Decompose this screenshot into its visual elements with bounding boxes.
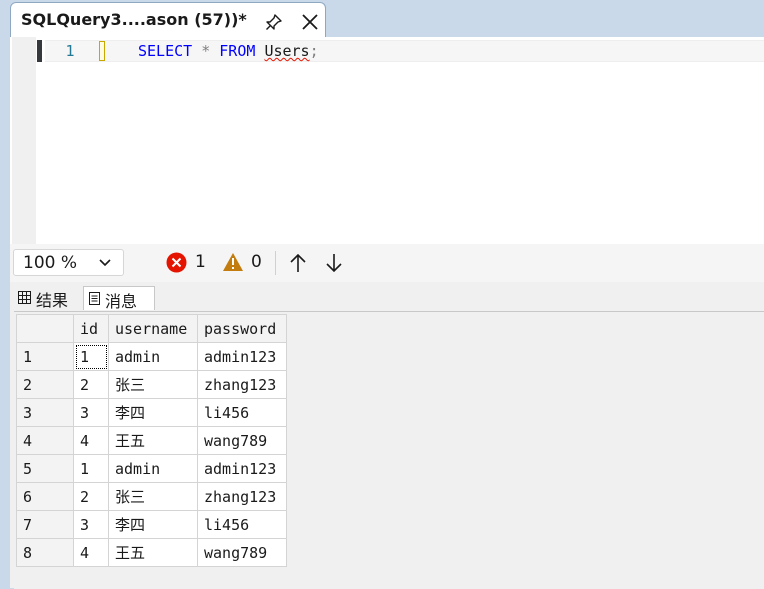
grid-icon [18,291,31,304]
semicolon: ; [309,42,319,60]
column-header-username[interactable]: username [108,314,198,343]
table-row: 8 4 王五 wang789 [16,538,287,567]
code-line[interactable]: SELECT * FROM Users; [138,40,319,62]
column-header-password[interactable]: password [197,314,287,343]
results-grid[interactable]: id username password 1 1 admin admin123 … [14,311,764,589]
cell-username[interactable]: 王五 [108,538,198,567]
cell-id[interactable]: 3 [73,398,109,427]
cell-id[interactable]: 3 [73,510,109,539]
tab-messages-label: 消息 [105,292,138,311]
row-number[interactable]: 1 [16,342,74,371]
error-count[interactable]: 1 [195,252,206,272]
cell-username[interactable]: 李四 [108,398,198,427]
table-row: 4 4 王五 wang789 [16,426,287,455]
table-row: 7 3 李四 li456 [16,510,287,539]
row-number[interactable]: 6 [16,482,74,511]
corner-cell[interactable] [16,314,74,343]
cell-id[interactable]: 4 [73,538,109,567]
tab-results-label: 结果 [36,291,69,310]
cell-id[interactable]: 2 [73,482,109,511]
cell-username[interactable]: 张三 [108,482,198,511]
warning-count[interactable]: 0 [251,252,262,272]
cell-username[interactable]: admin [108,454,198,483]
cell-id[interactable]: 2 [73,370,109,399]
row-number[interactable]: 5 [16,454,74,483]
cell-id[interactable]: 1 [73,342,109,371]
error-icon[interactable] [166,252,187,273]
warning-icon[interactable] [222,252,244,272]
cell-username[interactable]: 王五 [108,426,198,455]
tab-results[interactable]: 结果 [14,286,82,310]
query-editor[interactable]: 1 SELECT * FROM Users; [10,37,764,244]
cell-password[interactable]: li456 [197,398,287,427]
cell-password[interactable]: wang789 [197,426,287,455]
arrow-down-icon[interactable] [324,252,344,274]
table-row: 6 2 张三 zhang123 [16,482,287,511]
cell-password[interactable]: li456 [197,510,287,539]
message-doc-icon [89,292,100,305]
cell-password[interactable]: admin123 [197,342,287,371]
editor-status-bar: 100 % 1 0 [10,244,764,282]
text-caret [99,41,105,61]
pin-icon[interactable] [264,12,284,32]
zoom-value: 100 % [23,253,78,273]
cell-password[interactable]: wang789 [197,538,287,567]
cell-id[interactable]: 1 [73,454,109,483]
document-tab-strip: SQLQuery3....ason (57))* [0,0,764,38]
cell-password[interactable]: zhang123 [197,482,287,511]
column-header-id[interactable]: id [73,314,109,343]
table-row: 1 1 admin admin123 [16,342,287,371]
line-number: 1 [65,42,75,60]
results-pane: 结果 消息 id username password 1 1 admin adm… [10,282,764,589]
query-tab[interactable]: SQLQuery3....ason (57))* [10,2,326,38]
keyword-from: FROM [219,42,256,60]
table-row: 2 2 张三 zhang123 [16,370,287,399]
table-row: 5 1 admin admin123 [16,454,287,483]
row-number[interactable]: 7 [16,510,74,539]
row-number[interactable]: 4 [16,426,74,455]
separator [275,251,276,275]
keyword-select: SELECT [138,42,193,60]
close-icon[interactable] [299,11,321,33]
cell-username[interactable]: 李四 [108,510,198,539]
tab-messages[interactable]: 消息 [83,286,155,311]
cell-password[interactable]: zhang123 [197,370,287,399]
results-tabs: 结果 消息 [10,282,764,311]
results-table: id username password 1 1 admin admin123 … [16,314,287,567]
star-operator: * [192,42,220,60]
editor-margin [12,37,36,244]
change-indicator [37,40,42,62]
tab-title: SQLQuery3....ason (57))* [21,10,247,29]
cell-username[interactable]: admin [108,342,198,371]
zoom-dropdown[interactable]: 100 % [13,249,124,276]
row-number[interactable]: 2 [16,370,74,399]
cell-password[interactable]: admin123 [197,454,287,483]
cell-username[interactable]: 张三 [108,370,198,399]
chevron-down-icon [99,259,111,267]
table-row: 3 3 李四 li456 [16,398,287,427]
cell-id[interactable]: 4 [73,426,109,455]
row-number[interactable]: 3 [16,398,74,427]
arrow-up-icon[interactable] [288,252,308,274]
row-number[interactable]: 8 [16,538,74,567]
table-identifier: Users [264,42,310,60]
header-row: id username password [16,314,287,343]
